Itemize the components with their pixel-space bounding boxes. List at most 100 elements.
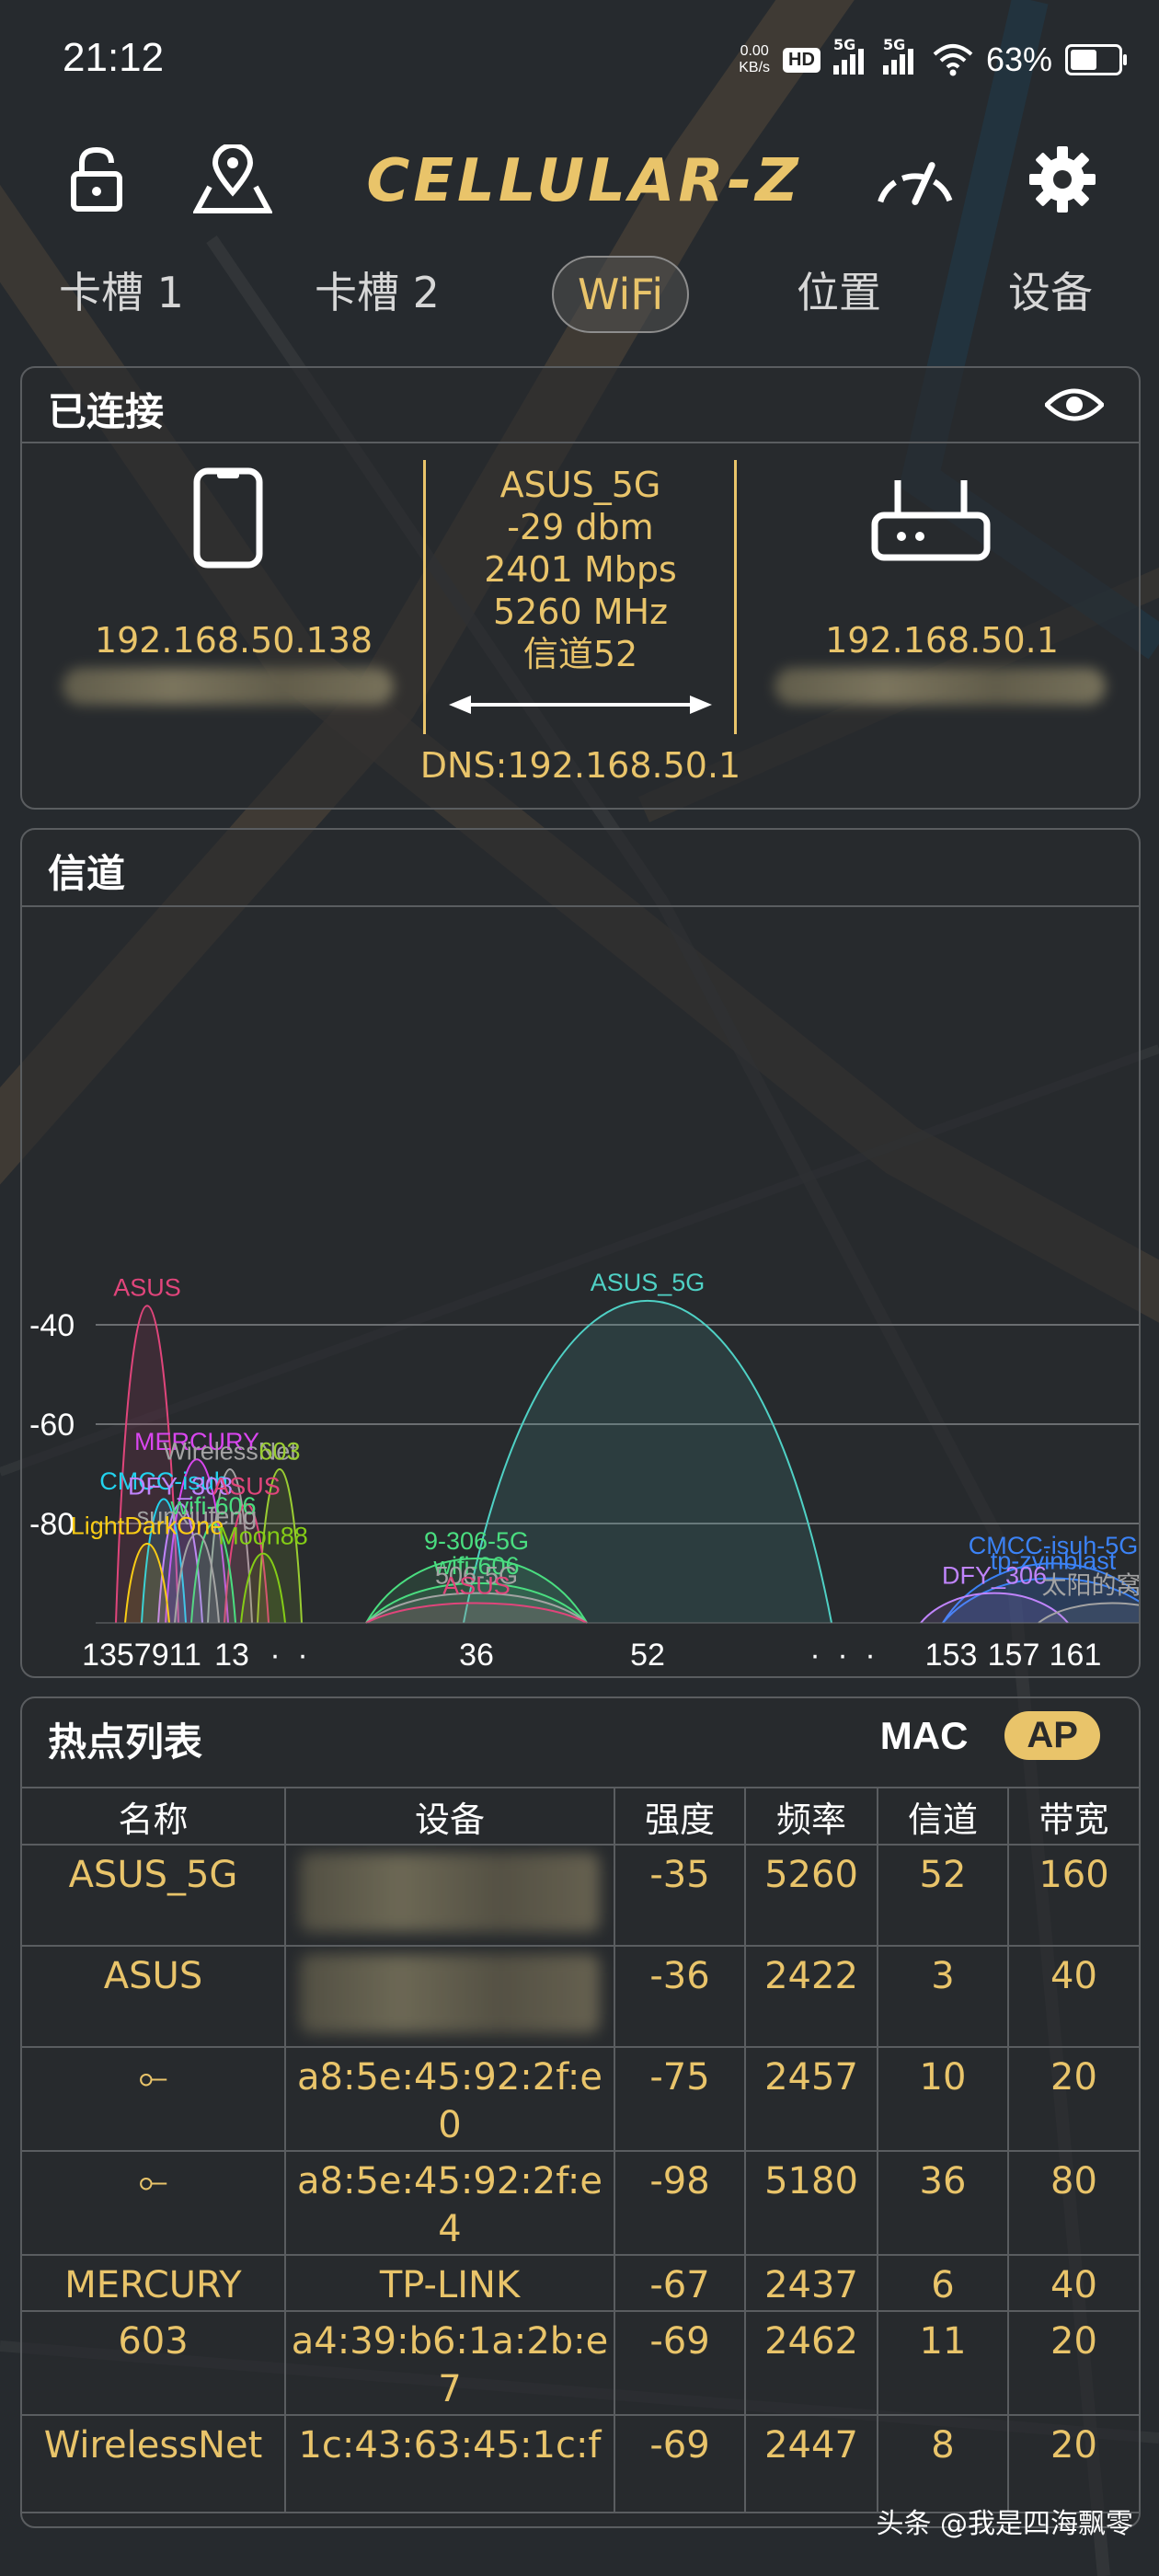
x-tick-label: ·	[270, 1638, 280, 1673]
sim2-signal-icon: 5G	[882, 36, 920, 75]
curve-label: ASUS	[442, 1571, 511, 1599]
col-header-device[interactable]: 设备	[285, 1787, 615, 1846]
table-header: 名称 设备 强度 频率 信道 带宽	[22, 1787, 1139, 1846]
x-tick-label: 157	[988, 1638, 1040, 1673]
battery-percent: 63%	[985, 40, 1052, 78]
cell-rssi: -67	[614, 2255, 746, 2312]
lock-icon[interactable]	[55, 138, 138, 221]
col-header-bandwidth[interactable]: 带宽	[1008, 1787, 1139, 1846]
curve-label: LightDarkOne	[71, 1512, 224, 1540]
cell-freq: 5260	[745, 1845, 878, 1947]
device-blurred	[300, 1954, 600, 2033]
curve-label: DFY_306	[942, 1562, 1047, 1590]
cell-name: ASUS_5G	[22, 1845, 286, 1947]
table-row[interactable]: MERCURY TP-LINK -67 2437 6 40	[22, 2255, 1139, 2312]
y-tick-label: -60	[29, 1408, 75, 1443]
cell-device: a8:5e:45:92:2f:e0	[285, 2047, 615, 2152]
ssid: ASUS_5G	[499, 465, 661, 505]
y-tick-label: -40	[29, 1308, 75, 1343]
watermark: 头条 @我是四海飘零	[876, 2508, 1133, 2540]
cell-channel: 52	[878, 1845, 1009, 1947]
cell-device-blurred	[285, 1946, 615, 2048]
tab-sim-slot-1[interactable]: 卡槽 1	[59, 256, 184, 329]
tab-location[interactable]: 位置	[797, 256, 881, 329]
cell-freq: 2462	[745, 2311, 878, 2416]
col-header-strength[interactable]: 强度	[614, 1787, 746, 1846]
cell-channel: 3	[878, 1946, 1009, 2048]
cell-bandwidth: 20	[1008, 2311, 1139, 2416]
app-header: CELLULAR-Z	[0, 129, 1159, 235]
x-tick-label: ·	[837, 1638, 847, 1673]
link-frequency: 5260 MHz	[492, 592, 669, 632]
mac-toggle[interactable]: MAC	[880, 1714, 969, 1758]
cell-device: a4:39:b6:1a:2b:e7	[285, 2311, 615, 2416]
link-speed: 2401 Mbps	[484, 549, 677, 590]
x-tick-label: 13	[214, 1638, 249, 1673]
cell-channel: 11	[878, 2311, 1009, 2416]
cell-freq: 5180	[745, 2151, 878, 2256]
gear-icon[interactable]	[1021, 138, 1104, 221]
cell-rssi: -69	[614, 2415, 746, 2513]
map-pin-icon[interactable]	[191, 138, 274, 221]
phone-mac-blurred	[63, 668, 394, 705]
cell-device: 1c:43:63:45:1c:f	[285, 2415, 615, 2513]
cell-channel: 6	[878, 2255, 1009, 2312]
sim1-network-label: 5G	[832, 36, 856, 53]
table-row[interactable]: 603 a4:39:b6:1a:2b:e7 -69 2462 11 20	[22, 2311, 1139, 2416]
hotspot-title: 热点列表	[48, 1719, 203, 1765]
wifi-status-icon	[933, 44, 973, 76]
channel-panel: 信道 -40 -60 -80 ASUS_5G ASUS MERCURY WirelessNe…	[20, 828, 1141, 1678]
router-icon	[871, 480, 991, 561]
cell-rssi: -35	[614, 1845, 746, 1947]
col-header-name[interactable]: 名称	[22, 1787, 286, 1846]
curve-label: Moon88	[218, 1522, 308, 1549]
channel-chart: -40-60-80ASUS_5GASUSMERCURYWirelessNet60…	[29, 1269, 1139, 1673]
net-speed: 0.00 KB/s	[739, 43, 770, 76]
link-divider-right	[734, 460, 737, 734]
table-row[interactable]: ASUS -36 2422 3 40	[22, 1946, 1139, 2048]
tab-sim-slot-2[interactable]: 卡槽 2	[315, 256, 440, 329]
eye-icon[interactable]	[1045, 385, 1104, 425]
speedometer-icon[interactable]	[874, 138, 957, 221]
cell-channel: 8	[878, 2415, 1009, 2513]
net-speed-value: 0.00	[740, 43, 769, 59]
cell-bandwidth: 20	[1008, 2047, 1139, 2152]
cell-rssi: -69	[614, 2311, 746, 2416]
tab-bar: 卡槽 1 卡槽 2 WiFi 位置 设备	[0, 248, 1159, 340]
router-mac-blurred	[775, 668, 1106, 705]
status-time: 21:12	[63, 35, 165, 80]
curve-label: 603	[258, 1438, 300, 1466]
table-row[interactable]: ⟜ a8:5e:45:92:2f:e4 -98 5180 36 80	[22, 2151, 1139, 2256]
sim1-signal-icon: 5G	[832, 36, 870, 75]
cell-freq: 2457	[745, 2047, 878, 2152]
hd-voice-icon: HD	[783, 47, 820, 73]
curve-label: 9-306-5G	[424, 1527, 529, 1555]
x-tick-label: 52	[630, 1638, 665, 1673]
cell-bandwidth: 80	[1008, 2151, 1139, 2256]
net-speed-unit: KB/s	[739, 60, 771, 75]
x-tick-label: 1357911	[82, 1638, 201, 1673]
double-arrow-icon	[449, 696, 712, 714]
table-row[interactable]: WirelessNet 1c:43:63:45:1c:f -69 2447 8 …	[22, 2415, 1139, 2513]
tab-device[interactable]: 设备	[1008, 256, 1093, 329]
ap-toggle[interactable]: AP	[1004, 1711, 1100, 1760]
cell-rssi: -75	[614, 2047, 746, 2152]
cell-name: 603	[22, 2311, 286, 2416]
tab-wifi[interactable]: WiFi	[552, 256, 690, 333]
phone-icon	[193, 467, 263, 569]
table-row[interactable]: ⟜ a8:5e:45:92:2f:e0 -75 2457 10 20	[22, 2047, 1139, 2152]
status-bar: 21:12 0.00 KB/s HD 5G 5G 63%	[0, 0, 1159, 120]
col-header-channel[interactable]: 信道	[878, 1787, 1009, 1846]
col-header-frequency[interactable]: 频率	[745, 1787, 878, 1846]
cell-rssi: -36	[614, 1946, 746, 2048]
cell-name: ⟜	[22, 2151, 286, 2256]
list-mode-toggle: MAC AP	[880, 1711, 1100, 1760]
cell-rssi: -98	[614, 2151, 746, 2256]
x-tick-label: ·	[809, 1638, 820, 1673]
table-row[interactable]: ASUS_5G -35 5260 52 160	[22, 1845, 1139, 1947]
cell-freq: 2422	[745, 1946, 878, 2048]
cell-device: a8:5e:45:92:2f:e4	[285, 2151, 615, 2256]
cell-name: ASUS	[22, 1946, 286, 2048]
link-info: ASUS_5G -29 dbm 2401 Mbps 5260 MHz 信道52	[427, 464, 734, 675]
cell-name: MERCURY	[22, 2255, 286, 2312]
